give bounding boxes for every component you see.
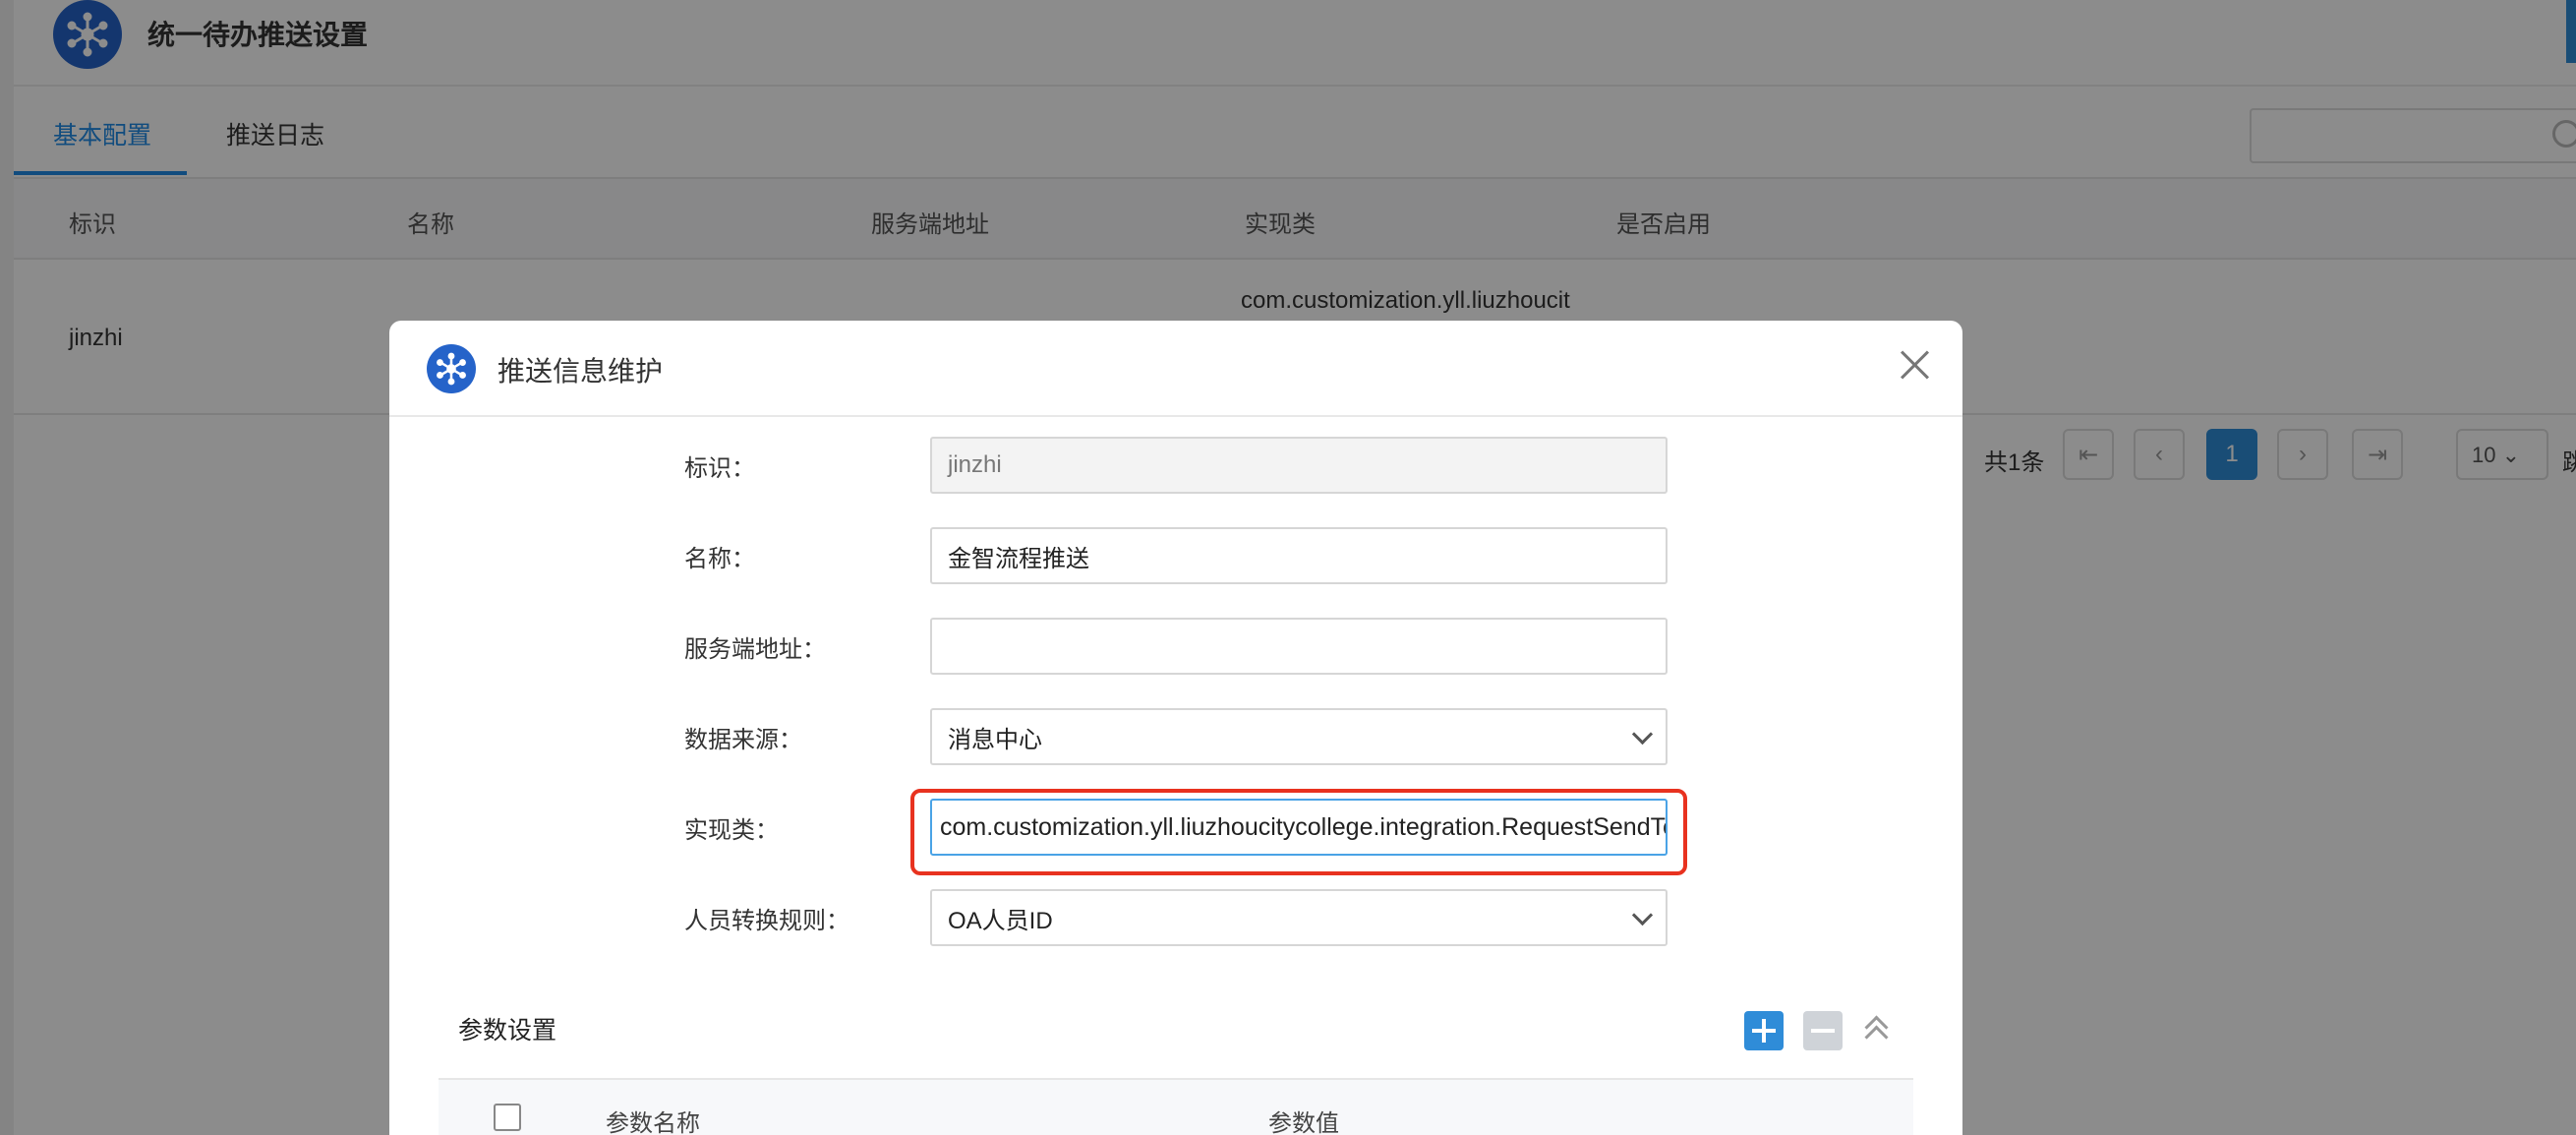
modal-title: 推送信息维护 — [498, 356, 664, 387]
user-convert-rule-value: OA人员ID — [948, 907, 1053, 934]
field-label-id: 标识： — [684, 455, 755, 482]
push-info-modal: 推送信息维护 标识： jinzhi 名称： 金智流程推送 服务端地址： 数据来源… — [389, 321, 1962, 1135]
remove-param-button[interactable] — [1803, 1011, 1843, 1050]
field-label-source: 数据来源： — [684, 727, 802, 753]
param-section-title: 参数设置 — [458, 1017, 557, 1045]
data-source-value: 消息中心 — [948, 726, 1042, 753]
field-label-server: 服务端地址： — [684, 636, 826, 663]
user-convert-rule-select[interactable]: OA人员ID — [930, 889, 1668, 946]
field-label-name: 名称： — [684, 546, 755, 572]
param-value-header: 参数值 — [1268, 1110, 1339, 1135]
field-label-rule: 人员转换规则： — [684, 908, 849, 934]
param-name-header: 参数名称 — [606, 1110, 700, 1135]
data-source-select[interactable]: 消息中心 — [930, 708, 1668, 765]
modal-header: 推送信息维护 — [389, 321, 1962, 417]
server-address-field[interactable] — [930, 618, 1668, 675]
select-all-checkbox[interactable] — [494, 1104, 521, 1131]
chevron-down-icon — [1631, 723, 1654, 745]
chevron-down-icon — [1631, 904, 1654, 926]
close-icon[interactable] — [1900, 348, 1931, 380]
field-label-impl: 实现类： — [684, 817, 779, 844]
modal-logo-icon — [427, 344, 476, 393]
impl-class-field[interactable]: com.customization.yll.liuzhoucitycollege… — [930, 799, 1668, 856]
id-field[interactable]: jinzhi — [930, 437, 1668, 494]
name-field[interactable]: 金智流程推送 — [930, 527, 1668, 584]
param-table-header: 参数名称 参数值 — [439, 1078, 1913, 1135]
collapse-icon[interactable] — [1858, 1013, 1894, 1049]
add-param-button[interactable] — [1744, 1011, 1784, 1050]
